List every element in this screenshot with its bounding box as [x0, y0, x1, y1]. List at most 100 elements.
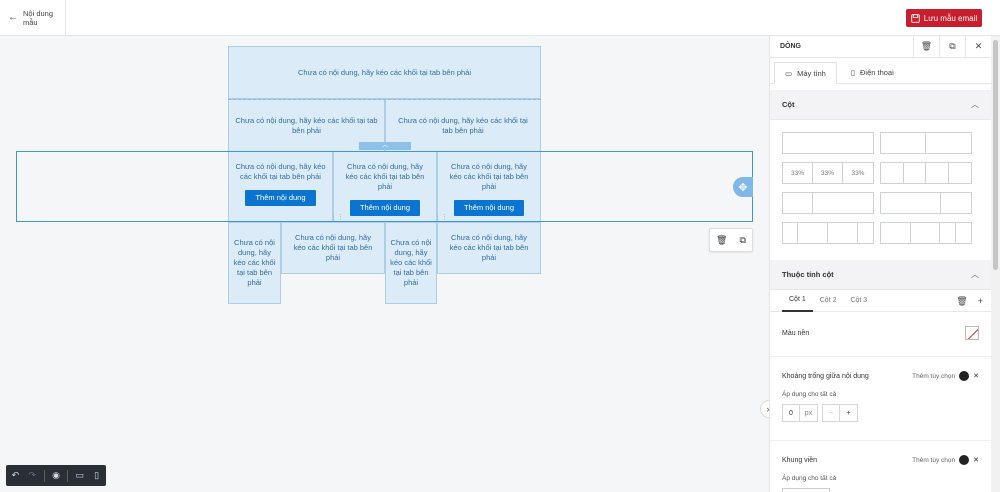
trash-icon[interactable]: 🗑: [956, 296, 967, 307]
tab-mobile[interactable]: ▯ Điện thoại: [841, 61, 904, 83]
content-cell[interactable]: Chưa có nội dung, hãy kéo các khối tại t…: [385, 222, 437, 304]
duplicate-icon[interactable]: ⧉: [740, 235, 746, 246]
row-toolbar: 🗑 ⧉: [709, 228, 753, 252]
more-options-label: Thêm tùy chọn: [912, 372, 956, 380]
layout-percent: 33%: [851, 169, 865, 177]
border-options-toggle[interactable]: [959, 455, 970, 465]
mobile-icon[interactable]: ▯: [91, 470, 102, 481]
column-props-section-title: Thuộc tính cột: [782, 270, 834, 279]
toolbar-divider: [67, 469, 69, 482]
padding-label: Khoảng trống giữa nội dung: [782, 372, 869, 380]
padding-unit: px: [800, 404, 818, 422]
decrement-button[interactable]: −: [822, 404, 840, 422]
background-color-swatch[interactable]: [965, 326, 979, 340]
panel-title: DÒNG: [780, 43, 801, 50]
chevron-up-icon: ︿: [971, 270, 979, 279]
layout-2-1-1-col[interactable]: [880, 222, 972, 244]
empty-placeholder: Chưa có nội dung, hãy kéo các khối tại t…: [297, 67, 472, 77]
top-bar: ← Nội dung mẫu Lưu mẫu email: [0, 0, 1000, 36]
columns-section-title: Cột: [782, 100, 795, 109]
panel-scrollbar[interactable]: [991, 36, 1000, 492]
chevron-up-icon: ︿: [382, 143, 389, 149]
tab-mobile-label: Điện thoại: [860, 67, 894, 77]
border-more-options-label: Thêm tùy chọn: [912, 456, 956, 464]
layout-3-col[interactable]: 33% 33% 33%: [782, 162, 874, 184]
scrollbar-thumb[interactable]: [993, 40, 998, 270]
tab-column-3[interactable]: Cột 3: [843, 290, 874, 312]
padding-row: Khoảng trống giữa nội dung Thêm tùy chọn…: [770, 361, 991, 391]
columns-section-header[interactable]: Cột ︿: [770, 90, 991, 120]
layout-3-1-col[interactable]: [880, 192, 972, 214]
desktop-icon[interactable]: ▭: [74, 470, 85, 481]
row-divider: [228, 99, 541, 100]
save-template-button[interactable]: Lưu mẫu email: [906, 9, 982, 27]
column-resize-handle[interactable]: ⋮⋮: [434, 214, 448, 222]
back-button[interactable]: ← Nội dung mẫu: [0, 0, 66, 36]
toolbar-divider: [43, 469, 45, 482]
back-label: Nội dung mẫu: [23, 9, 54, 27]
column-tab-tools: 🗑 +: [956, 290, 983, 312]
layout-1-col[interactable]: [782, 132, 874, 154]
empty-placeholder: Chưa có nội dung, hãy kéo các khối tại t…: [235, 115, 378, 135]
layout-1-3-col[interactable]: [782, 192, 874, 214]
plus-icon[interactable]: +: [978, 296, 983, 306]
tab-desktop[interactable]: ▭ Máy tính: [774, 62, 837, 84]
column-props-section-header[interactable]: Thuộc tính cột ︿: [770, 260, 991, 290]
trash-icon: 🗑: [920, 41, 933, 51]
column-resize-handle[interactable]: ⋮⋮: [330, 214, 344, 222]
close-icon[interactable]: ✕: [973, 456, 979, 464]
selected-row-outline[interactable]: [16, 151, 753, 222]
close-panel-button[interactable]: ✕: [965, 36, 991, 58]
row-drag-handle[interactable]: ︿: [359, 142, 411, 150]
empty-placeholder: Chưa có nội dung, hãy kéo các khối tại t…: [293, 233, 373, 262]
empty-placeholder: Chưa có nội dung, hãy kéo các khối tại t…: [449, 233, 529, 262]
undo-icon[interactable]: ↶: [10, 470, 21, 481]
move-icon[interactable]: ✥: [733, 177, 753, 197]
tab-desktop-label: Máy tính: [797, 68, 826, 78]
chevron-up-icon: ︿: [971, 100, 979, 109]
tab-column-2[interactable]: Cột 2: [813, 290, 844, 312]
padding-input[interactable]: 0: [782, 404, 800, 422]
apply-all-label: Áp dụng cho tất cả: [782, 391, 837, 398]
mobile-icon: ▯: [850, 67, 855, 77]
padding-stepper: 0 px − +: [770, 404, 991, 422]
tab-column-1[interactable]: Cột 1: [782, 290, 813, 312]
layout-2-col[interactable]: [880, 132, 972, 154]
background-color-row: Màu nền: [770, 316, 991, 350]
increment-button[interactable]: +: [840, 404, 858, 422]
border-row: Khung viền Thêm tùy chọn ✕: [770, 445, 991, 475]
empty-placeholder: Chưa có nội dung, hãy kéo các khối tại t…: [390, 238, 432, 287]
eye-icon[interactable]: ◉: [51, 470, 62, 481]
border-style-select[interactable]: Nét liền ▾: [782, 488, 830, 492]
close-icon[interactable]: ✕: [973, 372, 979, 380]
more-options-toggle[interactable]: [959, 371, 970, 381]
content-cell[interactable]: Chưa có nội dung, hãy kéo các khối tại t…: [228, 46, 541, 99]
content-cell[interactable]: Chưa có nội dung, hãy kéo các khối tại t…: [437, 222, 541, 274]
layout-1-2-1-col[interactable]: [782, 222, 874, 244]
layout-4-col[interactable]: [880, 162, 972, 184]
delete-row-button[interactable]: 🗑: [913, 36, 939, 58]
bottom-toolbar: ↶ ↷ ◉ ▭ ▯: [6, 465, 106, 486]
email-canvas: Chưa có nội dung, hãy kéo các khối tại t…: [0, 36, 769, 492]
layout-percent: 33%: [813, 163, 843, 183]
close-icon: ✕: [974, 41, 983, 51]
duplicate-icon: ⧉: [949, 41, 956, 51]
background-color-label: Màu nền: [782, 329, 810, 337]
save-template-label: Lưu mẫu email: [923, 13, 978, 23]
arrow-left-icon: ←: [8, 12, 18, 23]
floppy-disk-icon: [911, 13, 920, 23]
layout-percent: 33%: [783, 163, 813, 183]
panel-header: DÒNG 🗑 ⧉ ✕: [770, 36, 991, 58]
border-label: Khung viền: [782, 456, 818, 464]
device-tabs: ▭ Máy tính ▯ Điện thoại: [770, 58, 991, 84]
empty-placeholder: Chưa có nội dung, hãy kéo các khối tại t…: [398, 115, 528, 135]
trash-icon[interactable]: 🗑: [716, 235, 727, 246]
duplicate-row-button[interactable]: ⧉: [939, 36, 965, 58]
column-tabs: Cột 1 Cột 2 Cột 3 🗑 +: [770, 290, 991, 312]
redo-icon[interactable]: ↷: [27, 470, 38, 481]
border-apply-all-label: Áp dụng cho tất cả: [782, 475, 837, 482]
content-cell[interactable]: Chưa có nội dung, hãy kéo các khối tại t…: [228, 222, 281, 304]
content-cell[interactable]: Chưa có nội dung, hãy kéo các khối tại t…: [281, 222, 385, 274]
properties-panel: DÒNG 🗑 ⧉ ✕ ▭ Máy tính ▯ Điện thoại Cột ︿…: [769, 36, 991, 492]
desktop-icon: ▭: [785, 68, 793, 78]
